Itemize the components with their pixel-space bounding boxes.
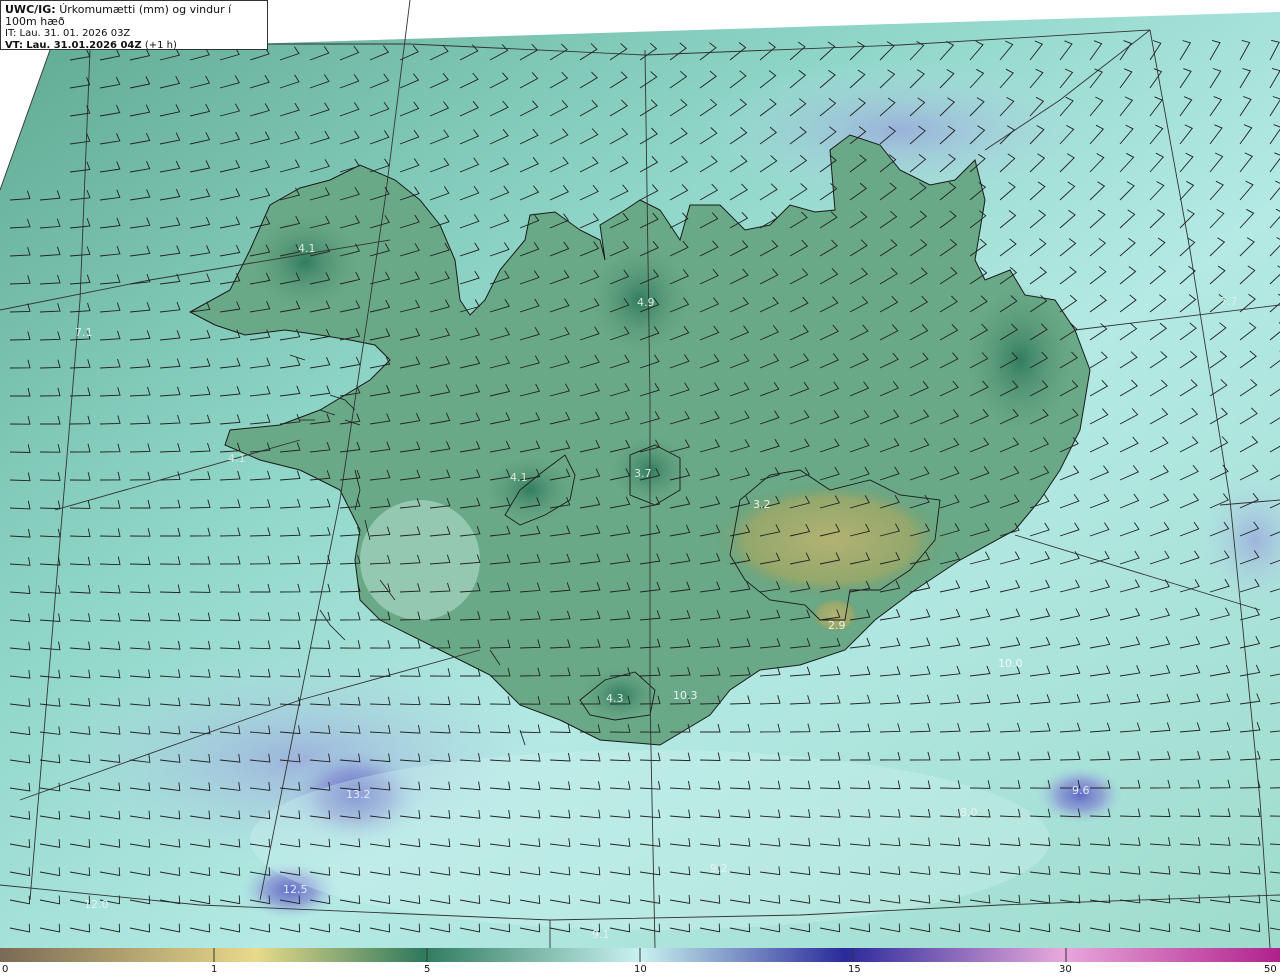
vt-label: VT: [5, 40, 24, 51]
vt-offset: (+1 h) [144, 40, 177, 51]
value-label: 4.3 [606, 692, 624, 705]
colorbar-tick-label: 5 [424, 964, 431, 975]
map-header: UWC/IG: Úrkomumætti (mm) og vindur í 100… [0, 0, 268, 52]
value-label: 12.5 [283, 883, 308, 896]
value-label: 13.2 [346, 788, 371, 801]
header-title-line: UWC/IG: Úrkomumætti (mm) og vindur í 100… [5, 4, 263, 28]
green-west-central [485, 455, 575, 525]
colorbar-tick-label: 15 [848, 964, 861, 975]
value-label: 7.1 [75, 326, 93, 339]
colorbar-tick-label: 50 [1264, 964, 1277, 975]
value-label: 8.0 [960, 806, 978, 819]
green-westfjords [250, 214, 360, 310]
value-label: 9.6 [1072, 784, 1090, 797]
colorbar-tick-label: 10 [634, 964, 647, 975]
value-label: 12.0 [84, 898, 109, 911]
value-label: 9.2 [710, 862, 728, 875]
value-label: 7.7 [1220, 295, 1238, 308]
value-label: 4.9 [637, 296, 655, 309]
colorbar-tick-label: 30 [1059, 964, 1072, 975]
light-reykjanes [360, 500, 480, 620]
value-label: 9.1 [592, 928, 610, 941]
it-value: Lau. 31. 01. 2026 03Z [19, 28, 131, 39]
vt-value: Lau. 31.01.2026 04Z [26, 40, 142, 51]
it-label: IT: [5, 28, 17, 39]
value-label: 4.1 [298, 242, 316, 255]
header-vt-line: VT: Lau. 31.01.2026 04Z (+1 h) [5, 40, 263, 52]
value-label: 3.2 [753, 498, 771, 511]
value-label: 3.7 [634, 467, 652, 480]
value-label: 2.9 [828, 619, 846, 632]
map-canvas: 4.1 7.1 4.9 7.7 4.1 4.1 3.7 3.2 2.9 10.0… [0, 0, 1280, 978]
colorbar-tick-label: 1 [211, 964, 218, 975]
colorbar-tick-label: 0 [2, 964, 9, 975]
green-east [965, 285, 1075, 435]
value-label: 10.0 [998, 657, 1023, 670]
value-label: 10.3 [673, 689, 698, 702]
value-label: 4.1 [510, 471, 528, 484]
value-label: 4.1 [228, 452, 246, 465]
olive-vatnajokull [710, 480, 950, 600]
weather-map: 4.1 7.1 4.9 7.7 4.1 4.1 3.7 3.2 2.9 10.0… [0, 0, 1280, 978]
header-it-line: IT: Lau. 31. 01. 2026 03Z [5, 28, 263, 40]
